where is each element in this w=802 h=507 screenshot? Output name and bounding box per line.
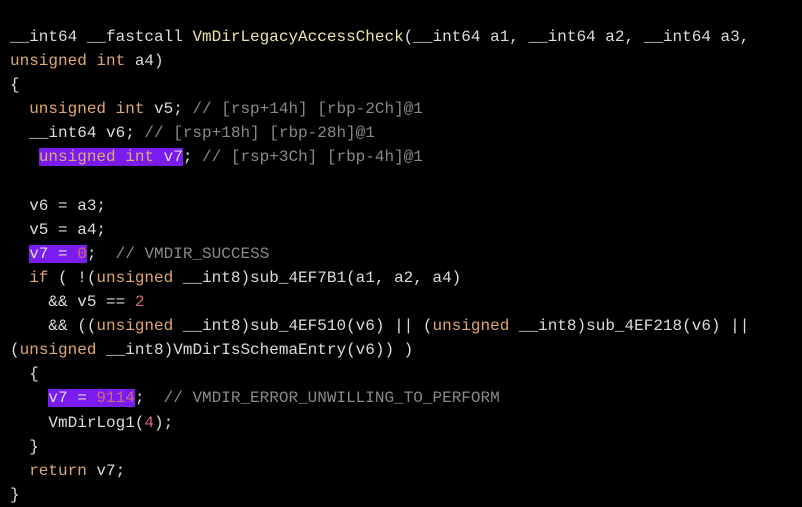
comment: // [rsp+18h] [rbp-28h]@1 [144, 124, 375, 143]
code-text: (__int64 a1, __int64 a2, __int64 a3, [403, 28, 750, 46]
code-text: __int8)sub_4EF7B1(a1, a2, a4) [173, 268, 462, 287]
code-text: { [10, 365, 39, 384]
code-text: ; [134, 389, 164, 408]
function-name: VmDirLegacyAccessCheck [192, 28, 404, 46]
code-text: __int8)VmDirIsSchemaEntry(v6)) ) [96, 341, 414, 360]
code-line: v6 = a3; [10, 194, 749, 218]
keyword: unsigned [19, 341, 97, 360]
highlighted-code-text: v7 [154, 148, 183, 167]
code-text: ( [10, 341, 20, 360]
code-line: VmDirLog1(4); [10, 411, 749, 435]
code-line: && ((unsigned __int8)sub_4EF510(v6) || (… [10, 314, 749, 338]
decompiled-code-view: __int64 __fastcall VmDirLegacyAccessChec… [10, 25, 749, 507]
code-line: unsigned int v7; // [rsp+3Ch] [rbp-4h]@1 [10, 145, 749, 169]
comment: // VMDIR_ERROR_UNWILLING_TO_PERFORM [163, 389, 500, 408]
code-line: v5 = a4; [10, 218, 749, 242]
code-line: v7 = 9114; // VMDIR_ERROR_UNWILLING_TO_P… [10, 386, 749, 410]
code-text: && v5 == [10, 293, 135, 312]
code-text: ( !( [48, 268, 97, 287]
keyword: unsigned [96, 268, 174, 287]
highlighted-number-literal: 9114 [96, 389, 135, 408]
highlighted-code-text: v7 = [29, 244, 78, 263]
code-text: && (( [10, 317, 97, 336]
comment: // [rsp+14h] [rbp-2Ch]@1 [192, 100, 423, 119]
code-text: v7; [86, 461, 126, 480]
code-line: v7 = 0; // VMDIR_SUCCESS [10, 242, 749, 266]
code-line: unsigned int a4) [10, 49, 749, 73]
code-line: { [10, 362, 749, 386]
code-text: a4) [125, 52, 164, 71]
code-text: __int64 v6; [10, 124, 145, 143]
keyword: unsigned int [10, 52, 126, 71]
code-text: __int8)sub_4EF510(v6) || ( [173, 317, 433, 336]
comment: // VMDIR_SUCCESS [115, 244, 270, 263]
keyword: unsigned [432, 317, 510, 336]
keyword: unsigned [96, 317, 174, 336]
comment: // [rsp+3Ch] [rbp-4h]@1 [202, 148, 423, 167]
code-text: } [10, 485, 20, 504]
code-text: ; [86, 244, 116, 263]
keyword: return [29, 461, 87, 480]
number-literal: 4 [144, 413, 155, 432]
code-line: __int64 v6; // [rsp+18h] [rbp-28h]@1 [10, 121, 749, 145]
code-line: } [10, 483, 749, 507]
highlighted-keyword: unsigned int [38, 148, 155, 167]
highlighted-code-text: v7 = [48, 389, 97, 408]
keyword: if [29, 268, 49, 287]
highlighted-number-literal: 0 [77, 244, 87, 263]
code-text: v6 = a3; [10, 196, 107, 215]
code-line: return v7; [10, 459, 749, 483]
code-line: (unsigned __int8)VmDirIsSchemaEntry(v6))… [10, 338, 749, 362]
code-line: } [10, 435, 749, 459]
code-text: VmDirLog1( [10, 413, 145, 432]
code-text: } [10, 437, 39, 456]
code-text: v5; [144, 100, 193, 119]
code-line: if ( !(unsigned __int8)sub_4EF7B1(a1, a2… [10, 266, 749, 290]
code-text: __int64 __fastcall [10, 28, 193, 46]
code-text: ; [182, 148, 203, 167]
code-line: && v5 == 2 [10, 290, 749, 314]
code-text: v5 = a4; [10, 220, 107, 239]
code-text: { [10, 76, 20, 95]
code-text: ); [154, 413, 174, 432]
code-line: __int64 __fastcall VmDirLegacyAccessChec… [10, 25, 749, 49]
number-literal: 2 [134, 293, 145, 312]
code-line: unsigned int v5; // [rsp+14h] [rbp-2Ch]@… [10, 97, 749, 121]
keyword: unsigned int [29, 100, 145, 119]
code-line: { [10, 73, 749, 97]
code-text: __int8)sub_4EF218(v6) || [509, 317, 750, 336]
